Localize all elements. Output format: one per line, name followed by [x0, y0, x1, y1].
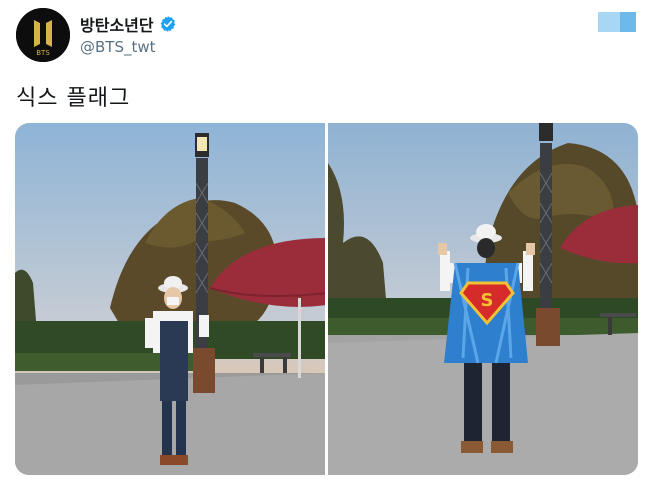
- bts-logo-icon: BTS: [16, 8, 70, 62]
- media-grid: S: [15, 123, 638, 475]
- handle[interactable]: @BTS_twt: [80, 38, 156, 56]
- verified-badge-icon: [160, 16, 175, 32]
- twitter-logo-icon[interactable]: [596, 10, 638, 34]
- photo-left[interactable]: [15, 123, 325, 475]
- display-name-row[interactable]: 방탄소년단: [80, 12, 177, 36]
- photo-right-image: S: [328, 123, 638, 475]
- tweet-text: 식스 플래그: [16, 86, 131, 111]
- photo-right[interactable]: S: [328, 123, 638, 475]
- avatar-logo-text: BTS: [36, 49, 50, 57]
- display-name[interactable]: 방탄소년단: [80, 12, 154, 36]
- avatar[interactable]: BTS: [16, 8, 70, 62]
- superman-logo-letter: S: [481, 290, 494, 311]
- photo-left-image: [15, 123, 325, 475]
